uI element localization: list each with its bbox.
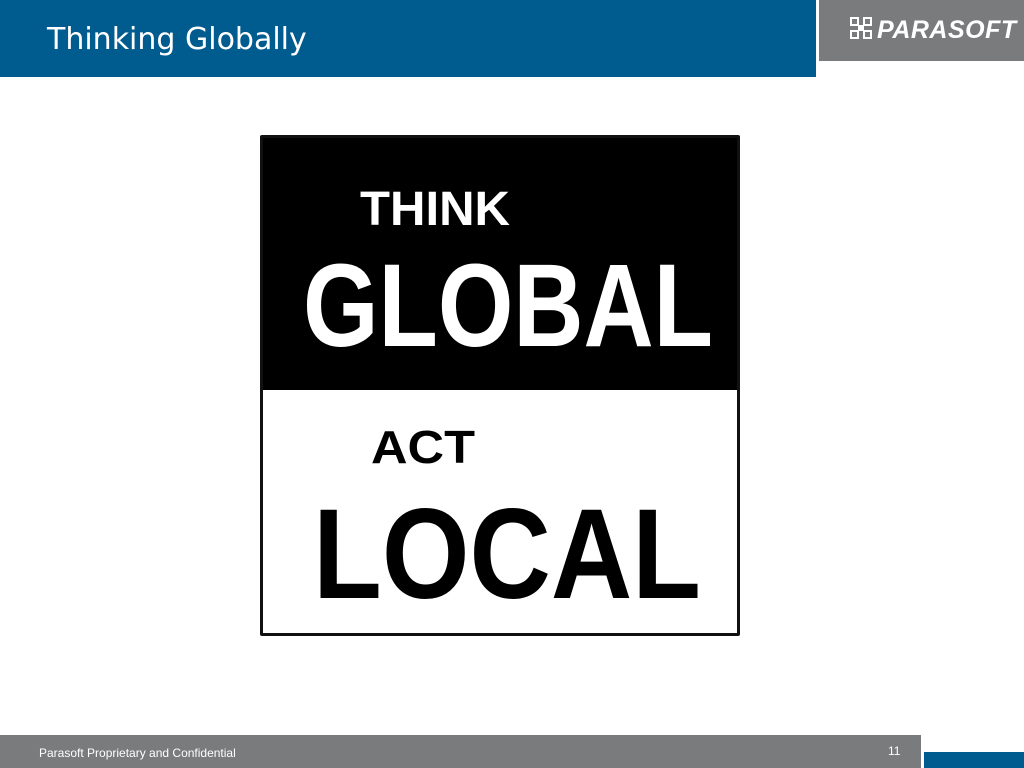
poster-act: ACT [371,421,475,473]
slide-title: Thinking Globally [47,22,307,57]
poster-think: THINK [360,183,510,236]
poster-local: LOCAL [313,483,701,626]
poster-lettering: THINK GLOBAL ACT LOCAL [303,183,713,626]
parasoft-logo-text: PARASOFT [877,16,1017,44]
parasoft-logo-icon [850,17,872,39]
footer-confidential-text: Parasoft Proprietary and Confidential [39,746,236,760]
footer-bar: Parasoft Proprietary and Confidential 11 [0,735,921,768]
think-global-act-local-image: THINK GLOBAL ACT LOCAL [260,135,740,636]
parasoft-logo: PARASOFT [819,0,1024,61]
title-bar: Thinking Globally [0,0,816,77]
poster-global: GLOBAL [303,240,713,372]
page-number: 11 [888,744,901,758]
footer-accent-bar [924,752,1024,768]
